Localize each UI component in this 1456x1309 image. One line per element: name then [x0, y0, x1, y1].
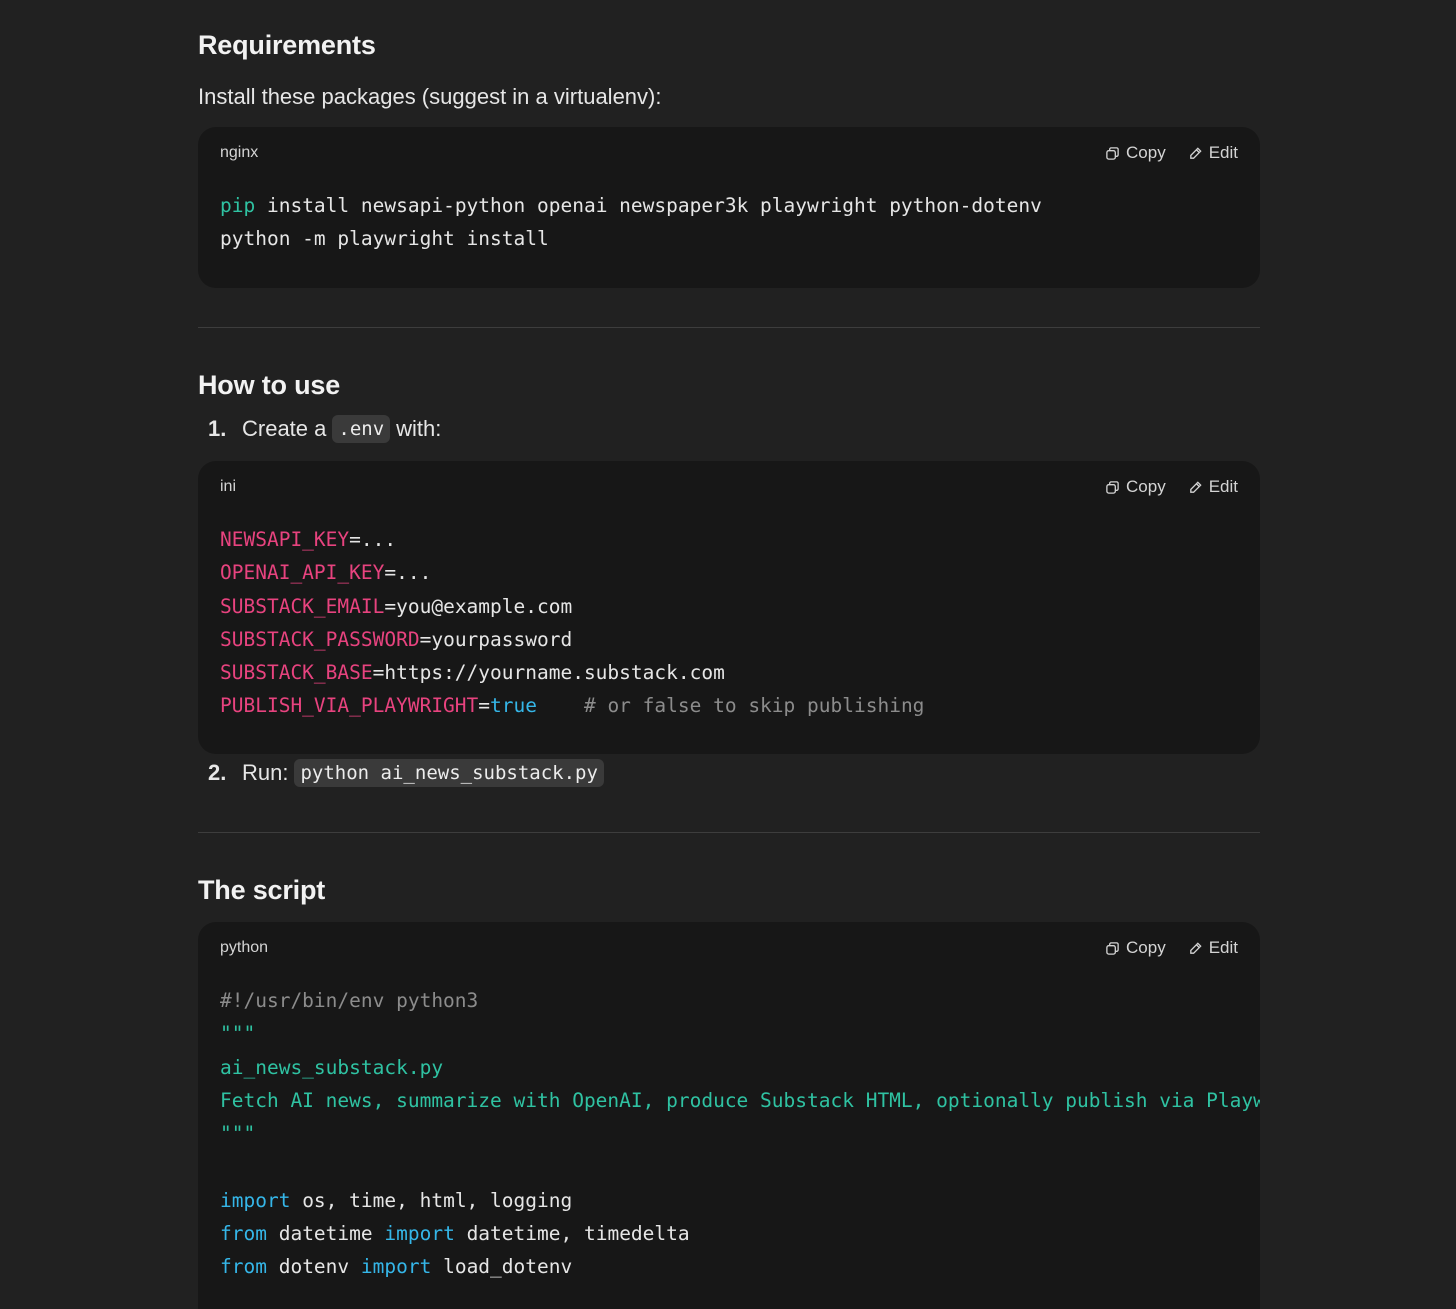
code-line: import os, time, html, logging — [220, 1184, 1238, 1217]
inline-code: .env — [332, 415, 391, 443]
edit-button[interactable]: Edit — [1188, 938, 1238, 958]
code-line: Fetch AI news, summarize with OpenAI, pr… — [220, 1084, 1260, 1117]
edit-button[interactable]: Edit — [1188, 143, 1238, 163]
code-header: python Copy Edit — [198, 922, 1260, 974]
code-header: nginx Copy Edit — [198, 127, 1260, 179]
code-token: =https://yourname.substack.com — [372, 661, 725, 685]
code-content: #!/usr/bin/env python3 """ ai_news_substac… — [198, 974, 1260, 1308]
copy-label: Copy — [1126, 477, 1166, 496]
code-token: datetime, timedelta — [454, 1222, 690, 1246]
code-token: dotenv — [266, 1255, 361, 1279]
requirements-heading: Requirements — [198, 30, 376, 60]
code-token-blue: import — [220, 1188, 291, 1212]
code-token: = — [478, 694, 491, 718]
code-token: install newsapi-python openai newspaper3… — [255, 194, 1042, 217]
code-token-blue: from — [220, 1222, 267, 1246]
code-token-teal: """ — [220, 1022, 256, 1046]
code-token: os, time, html, logging — [290, 1188, 573, 1212]
code-token-teal: pip — [220, 194, 256, 217]
code-token-teal: Fetch AI news, summarize with OpenAI, pr… — [220, 1088, 1260, 1112]
code-line: OPENAI_API_KEY=... — [220, 556, 1238, 589]
section-divider — [198, 327, 1260, 328]
code-token-gray: # or false to skip publishing — [537, 694, 925, 718]
step-text: with: — [396, 416, 442, 441]
code-token: =you@example.com — [384, 594, 573, 618]
edit-button[interactable]: Edit — [1188, 477, 1238, 497]
code-token: python -m playwright install — [220, 227, 549, 251]
code-token-pink: SUBSTACK_BASE — [220, 661, 373, 685]
code-block-env: ini Copy Edit NEWSAPI_KEY=... OPENAI_API_… — [198, 461, 1260, 754]
copy-icon — [1106, 941, 1119, 955]
code-token-pink: PUBLISH_VIA_PLAYWRIGHT — [220, 694, 479, 718]
code-actions: Copy Edit — [1105, 143, 1238, 163]
code-block-requirements: nginx Copy Edit pip install newsapi-pyth… — [198, 127, 1260, 288]
requirements-intro: Install these packages (suggest in a vir… — [198, 84, 662, 109]
code-line: SUBSTACK_PASSWORD=yourpassword — [220, 623, 1238, 656]
script-heading: The script — [198, 875, 326, 905]
code-line: from datetime import datetime, timedelta — [220, 1217, 1238, 1250]
code-token-gray: #!/usr/bin/env python3 — [220, 989, 479, 1012]
copy-icon — [1106, 480, 1119, 494]
code-block-script: python Copy Edit #!/usr/bin/env python3 "… — [198, 922, 1260, 1309]
code-line: from dotenv import load_dotenv — [220, 1250, 1238, 1283]
chat-response-page: Requirements Install these packages (sug… — [0, 0, 1456, 1309]
code-token: datetime — [266, 1222, 385, 1246]
code-token-teal: ai_news_substack.py — [220, 1055, 444, 1079]
code-line: SUBSTACK_EMAIL=you@example.com — [220, 590, 1238, 623]
edit-label: Edit — [1208, 477, 1238, 496]
code-token-teal: """ — [220, 1122, 256, 1146]
edit-label: Edit — [1208, 143, 1238, 162]
edit-icon — [1189, 480, 1202, 493]
code-token-blue: import — [384, 1222, 455, 1246]
edit-icon — [1189, 941, 1202, 954]
code-token-pink: SUBSTACK_PASSWORD — [220, 627, 420, 651]
code-token-pink: SUBSTACK_EMAIL — [220, 594, 385, 618]
code-token-blue: true — [490, 694, 537, 718]
copy-label: Copy — [1126, 143, 1166, 162]
code-line: PUBLISH_VIA_PLAYWRIGHT=true # or false t… — [220, 689, 1238, 722]
step-text: Run: — [242, 760, 289, 785]
code-language-label: ini — [220, 478, 237, 495]
copy-button[interactable]: Copy — [1105, 143, 1166, 163]
code-line: python -m playwright install — [220, 222, 1238, 255]
code-token: load_dotenv — [431, 1255, 573, 1279]
copy-button[interactable]: Copy — [1105, 938, 1166, 958]
code-line: """ — [220, 1017, 1238, 1050]
inline-code: python ai_news_substack.py — [294, 759, 604, 787]
list-item-step-1: 1. Create a .env with: — [198, 415, 441, 443]
code-line: #!/usr/bin/env python3 — [220, 984, 1238, 1017]
code-language-label: nginx — [220, 144, 259, 161]
code-token-blue: import — [360, 1255, 432, 1279]
list-number: 1. — [208, 416, 227, 441]
code-token-pink: OPENAI_API_KEY — [220, 561, 385, 585]
code-content: pip install newsapi-python openai newspa… — [198, 179, 1260, 280]
copy-label: Copy — [1126, 938, 1166, 957]
code-token: =... — [384, 561, 432, 585]
code-content: NEWSAPI_KEY=... OPENAI_API_KEY=... SUBSTAC… — [198, 513, 1260, 747]
code-line: """ — [220, 1117, 1238, 1150]
code-line: NEWSAPI_KEY=... — [220, 523, 1238, 556]
code-line: pip install newsapi-python openai newspa… — [220, 189, 1238, 222]
copy-icon — [1106, 146, 1119, 160]
code-token-blue: from — [220, 1255, 267, 1279]
copy-button[interactable]: Copy — [1105, 477, 1166, 497]
edit-label: Edit — [1208, 938, 1238, 957]
code-token: =yourpassword — [419, 627, 573, 651]
edit-icon — [1189, 146, 1202, 159]
code-token: =... — [349, 528, 397, 551]
code-token-pink: NEWSAPI_KEY — [220, 528, 350, 551]
list-item-step-2: 2. Run: python ai_news_substack.py — [198, 759, 610, 787]
code-actions: Copy Edit — [1105, 938, 1238, 958]
code-header: ini Copy Edit — [198, 461, 1260, 513]
step-text: Create a — [242, 416, 327, 441]
code-actions: Copy Edit — [1105, 477, 1238, 497]
how-to-use-heading: How to use — [198, 370, 341, 400]
code-line: ai_news_substack.py — [220, 1051, 1238, 1084]
section-divider — [198, 832, 1260, 833]
list-number: 2. — [208, 760, 227, 785]
code-line: SUBSTACK_BASE=https://yourname.substack.… — [220, 656, 1238, 689]
code-language-label: python — [220, 939, 269, 956]
